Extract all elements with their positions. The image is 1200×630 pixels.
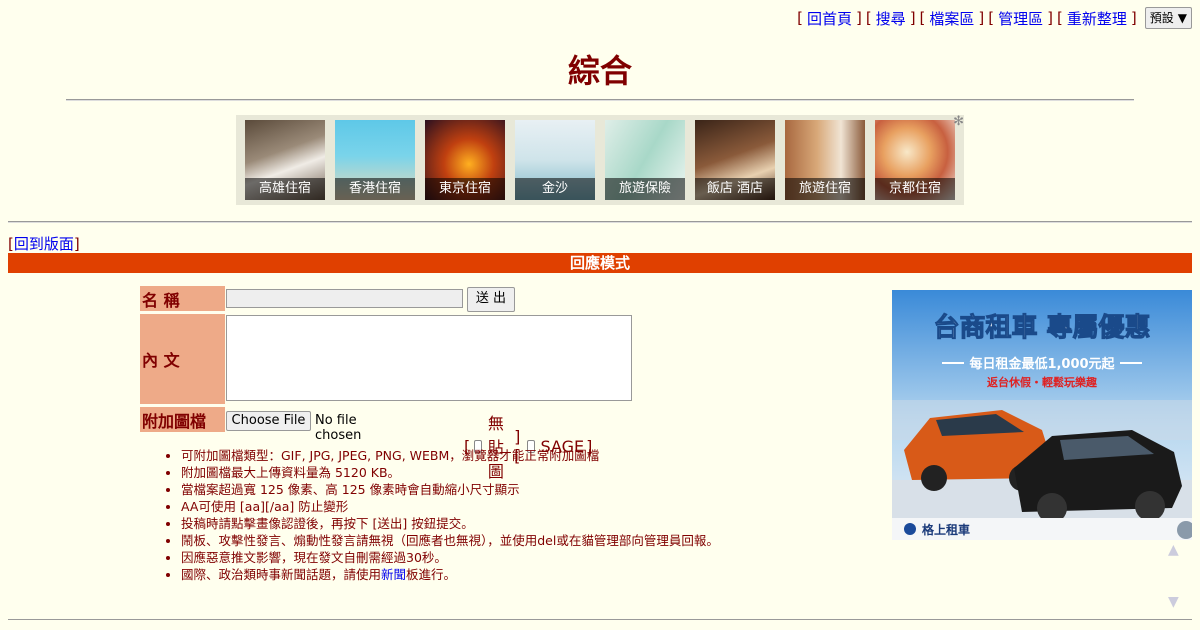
- banner-tile-caption: 高雄住宿: [245, 178, 325, 200]
- banner-ad[interactable]: 高雄住宿 香港住宿 東京住宿 金沙 旅遊保險 飯店 酒店 旅遊住宿 京都住宿 ✻: [236, 114, 964, 205]
- divider: [8, 221, 1192, 223]
- banner-tile-caption: 香港住宿: [335, 178, 415, 200]
- banner-tile[interactable]: 香港住宿: [335, 120, 415, 200]
- banner-tile[interactable]: 旅遊保險: [605, 120, 685, 200]
- car-rental-ad-image: 台商租車 專屬優惠 每日租金最低1,000元起 返台休假・輕鬆玩樂趣 格上租車: [892, 290, 1192, 540]
- rule-item: 投稿時請點擊畫像認證後，再按下 [送出] 按鈕提交。: [181, 515, 719, 532]
- ad-subline: 每日租金最低1,000元起: [969, 356, 1115, 372]
- posting-rules: 可附加圖檔類型：GIF, JPG, JPEG, PNG, WEBM，瀏覽器才能正…: [163, 447, 719, 583]
- banner-tile-caption: 京都住宿: [875, 178, 955, 200]
- banner-tile[interactable]: 飯店 酒店: [695, 120, 775, 200]
- nav-admin-link[interactable]: 管理區: [998, 8, 1043, 29]
- top-nav: [回首頁] [搜尋] [檔案區] [管理區] [重新整理] 預設 ▼: [797, 7, 1192, 29]
- rule-item: 可附加圖檔類型：GIF, JPG, JPEG, PNG, WEBM，瀏覽器才能正…: [181, 447, 719, 464]
- banner-tile[interactable]: 京都住宿: [875, 120, 955, 200]
- rule-item: 因應惡意推文影響，現在發文自刪需經過30秒。: [181, 549, 719, 566]
- banner-tile[interactable]: 高雄住宿: [245, 120, 325, 200]
- nav-home-link[interactable]: 回首頁: [807, 8, 852, 29]
- content-label: 內 文: [140, 314, 225, 404]
- back-link-container: [回到版面]: [8, 235, 80, 253]
- news-board-link[interactable]: 新聞: [381, 567, 406, 582]
- close-icon[interactable]: ✻: [953, 114, 964, 129]
- ad-tagline: 返台休假・輕鬆玩樂趣: [987, 375, 1098, 389]
- nav-archive-link[interactable]: 檔案區: [929, 8, 974, 29]
- banner-tile-caption: 東京住宿: [425, 178, 505, 200]
- attach-label: 附加圖檔: [140, 407, 225, 432]
- reply-mode-bar: 回應模式: [8, 253, 1192, 273]
- banner-tile-caption: 飯店 酒店: [695, 178, 775, 200]
- name-label: 名 稱: [140, 286, 225, 311]
- rule-item: 鬧板、攻擊性發言、煽動性發言請無視（回應者也無視），並使用del或在貓管理部向管…: [181, 532, 719, 549]
- rule-item: AA可使用 [aa][/aa] 防止變形: [181, 498, 719, 515]
- divider: [66, 99, 1134, 101]
- send-button[interactable]: 送 出: [467, 287, 515, 312]
- chevron-down-icon: ▼: [1177, 11, 1187, 25]
- name-input[interactable]: [226, 289, 463, 308]
- back-to-board-link[interactable]: 回到版面: [14, 235, 74, 253]
- choose-file-button[interactable]: Choose File: [226, 411, 311, 431]
- banner-tile-caption: 旅遊住宿: [785, 178, 865, 200]
- ad-headline: 台商租車 專屬優惠: [933, 312, 1150, 343]
- side-ad[interactable]: 台商租車 專屬優惠 每日租金最低1,000元起 返台休假・輕鬆玩樂趣 格上租車: [892, 290, 1192, 540]
- nav-refresh-link[interactable]: 重新整理: [1067, 8, 1127, 29]
- style-select[interactable]: 預設 ▼: [1144, 7, 1192, 29]
- style-select-value: 預設: [1149, 11, 1174, 25]
- banner-tile-caption: 金沙: [515, 178, 595, 200]
- banner-tile[interactable]: 旅遊住宿: [785, 120, 865, 200]
- file-status: No file chosen: [315, 413, 362, 443]
- ad-brand: 格上租車: [922, 522, 970, 537]
- banner-tile[interactable]: 金沙: [515, 120, 595, 200]
- banner-tile-caption: 旅遊保險: [605, 178, 685, 200]
- scroll-up-icon[interactable]: ▲: [1168, 542, 1179, 558]
- banner-tile[interactable]: 東京住宿: [425, 120, 505, 200]
- divider: [8, 619, 1192, 620]
- content-textarea[interactable]: [226, 315, 632, 401]
- scroll-down-icon[interactable]: ▼: [1168, 594, 1179, 610]
- rule-item: 國際、政治類時事新聞話題，請使用新聞板進行。: [181, 566, 719, 583]
- board-title: 綜合: [567, 52, 632, 90]
- nav-search-link[interactable]: 搜尋: [876, 8, 906, 29]
- rule-item: 當檔案超過寬 125 像素、高 125 像素時會自動縮小尺寸顯示: [181, 481, 719, 498]
- rule-item: 附加圖檔最大上傳資料量為 5120 KB。: [181, 464, 719, 481]
